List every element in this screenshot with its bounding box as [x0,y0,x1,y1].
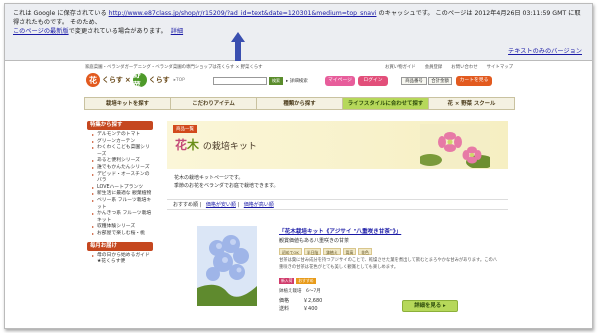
browser-frame: これは Google に保存されている http://www.e87class.… [4,3,593,329]
product-season: 鉢植え栽培 6〜7月 [279,289,321,294]
product-card: 「花木栽培キット《アジサイ "八重咲き甘茶"》」 観賞価値もある八重咲きの甘茶 … [169,221,505,328]
logo-yasai-mark: 野菜 [132,69,147,90]
nav-items[interactable]: こだわりアイテム [171,98,257,109]
register-link[interactable]: 会員登録 [425,64,443,70]
google-cache-banner: これは Google に保存されている http://www.e87class.… [5,4,592,61]
tag-color: 花色 [358,248,372,255]
total-box: 合計金額 [428,77,452,85]
shipping-value: ￥400 [303,306,318,312]
product-description: 甘茶は葉に甘み成分を持つアジサイのことで、乾燥させた葉を煮出して飲むとまろやかな… [279,258,498,270]
dogwood-flower-image [420,124,490,168]
sort-recommended[interactable]: おすすめ順 [173,202,198,208]
tag-shade: 半日陰 [303,248,322,255]
shipping-label: 送料 [279,306,290,312]
sidebar: 特集から探す デルモンテのトマト グリーンカーテン わくわくこども菜園シリーズ … [87,121,153,270]
top-link[interactable]: ▸TOP [174,78,185,83]
price-block: 価格 ￥2,680 送料 ￥400 [279,297,322,313]
page-title: 花木 の栽培キット [175,136,257,153]
cart-button[interactable]: カートを見る [456,76,492,86]
price-label: 価格 [279,298,290,304]
product-tags: 初めてOK 半日陰 鉢植え 背高 花色 [279,248,372,255]
tag-height: 背高 [342,248,357,255]
sort-price-desc[interactable]: 価格が高い順 [244,202,274,208]
latest-version-link[interactable]: このページの最新版 [13,28,69,35]
search-input[interactable] [213,77,267,85]
sidebar-heading-monthly: 毎月お届け [87,241,153,251]
nav-kit[interactable]: 栽培キットを探す [85,98,171,109]
title-hana: 花 [175,138,188,152]
mypage-button[interactable]: マイページ [325,76,355,86]
sidebar-item[interactable]: 収穫体験シリーズ [92,224,153,231]
desc-line: 花木の栽培キットページです。 [174,175,244,181]
sidebar-item[interactable]: 誰でもかんたんシリーズ [92,165,153,172]
sidebar-item[interactable]: ベリー系 フルーツ栽培キット [92,198,153,211]
top-links: お買い物ガイド 会員登録 お問い合わせ サイトマップ [385,64,513,70]
sidebar-item[interactable]: 母の日から始めるガイド ★花くらす便 [92,253,153,266]
tag-pot: 鉢植え [323,248,341,255]
title-rest: の栽培キット [202,142,257,152]
item-number-box: 商品番号 [401,77,427,85]
view-details-button[interactable]: 詳細を見る ▸ [402,300,458,312]
logo-text-1: くらす [102,76,123,84]
sort-price-asc[interactable]: 価格が安い順 [206,202,236,208]
details-link[interactable]: 詳細 [171,28,183,35]
product-name-link[interactable]: 「花木栽培キット《アジサイ "八重咲き甘茶"》」 [279,227,401,235]
sidebar-item[interactable]: かんきつ系 フルーツ栽培キット [92,211,153,224]
price-value: ￥2,680 [303,298,323,304]
sidebar-item[interactable]: あると便利シリーズ [92,158,153,165]
title-ki: 木 [187,138,200,152]
cache-text-1: これは Google に保存されている [13,10,107,17]
product-subtitle: 観賞価値もある八重咲きの甘茶 [279,238,350,244]
recommend-badge: おすすめ [296,278,316,284]
tag-beginner: 初めてOK [279,248,302,255]
guide-link[interactable]: お買い物ガイド [385,64,416,70]
logo-cross: × [124,76,131,84]
sidebar-item[interactable]: デルモンテのトマト [92,132,153,139]
sidebar-item[interactable]: わくわくこども菜園シリーズ [92,145,153,158]
product-badges: 新入荷 おすすめ [279,278,316,284]
search-button[interactable]: 検索 [269,77,283,85]
hydrangea-product-image[interactable] [197,226,257,306]
main-nav: 栽培キットを探す こだわりアイテム 種類から探す ライフスタイルに合わせて探す … [84,97,515,110]
new-badge: 新入荷 [279,278,295,284]
desc-line: 季節のお花をベランダでお庭で栽培できます。 [174,182,279,189]
monthly-list: 母の日から始めるガイド ★花くらす便 [87,251,153,270]
site-logo[interactable]: 花 くらす × 野菜 くらす ▸TOP [86,69,208,90]
sidebar-item[interactable]: お部屋で楽しむ桜・桃 [92,231,153,238]
sort-bar: おすすめ順 | 価格が安い順 | 価格が高い順 [167,199,508,210]
site-tagline: 家庭菜園・ベランダガーデニング・ベランダ菜園の専門ショップは花くらす × 野菜く… [85,65,263,70]
nav-school[interactable]: 花 × 野菜 スクール [429,98,514,109]
contact-link[interactable]: お問い合わせ [451,64,477,70]
cache-text-3: で変更されている場合があります。 [68,28,167,35]
category-banner: 商品一覧 花木 の栽培キット [167,121,508,169]
detail-search-link[interactable]: ▸ 詳細検索 [286,78,308,84]
nav-types[interactable]: 種類から探す [257,98,343,109]
logo-text-2: くらす [148,76,170,84]
sitemap-link[interactable]: サイトマップ [487,64,513,70]
web-page: 家庭菜園・ベランダガーデニング・ベランダ菜園の専門ショップは花くらす × 野菜く… [81,61,517,328]
category-description: 花木の栽培キットページです。 季節のお花をベランダでお庭で栽培できます。 [174,175,279,190]
login-button[interactable]: ログイン [358,76,388,86]
logo-hana-mark: 花 [86,73,100,87]
banner-badge: 商品一覧 [173,125,197,133]
sidebar-heading-features: 特集から探す [87,121,153,130]
cached-url-link[interactable]: http://www.e87class.jp/shop/r/r15209/?ad… [109,10,377,17]
nav-lifestyle[interactable]: ライフスタイルに合わせて探す [343,98,429,109]
sidebar-item[interactable]: 新生活に最適な 観葉植物 [92,191,153,198]
feature-list: デルモンテのトマト グリーンカーテン わくわくこども菜園シリーズ あると便利シリ… [87,130,153,242]
sidebar-item[interactable]: デビッド・オースチンのバラ [92,172,153,185]
text-only-link[interactable]: テキストのみのバージョン [508,47,582,56]
